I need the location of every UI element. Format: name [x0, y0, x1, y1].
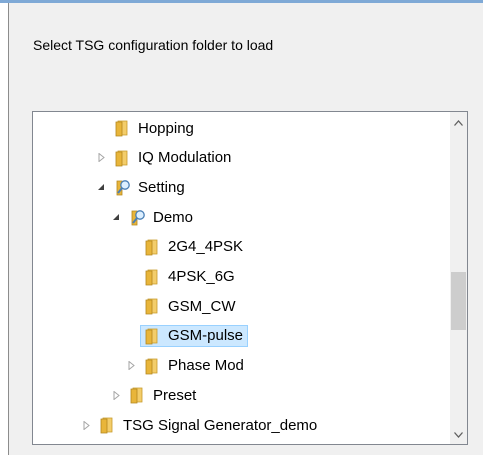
- tree-item[interactable]: Demo: [111, 206, 198, 228]
- tree-expander[interactable]: [111, 212, 121, 222]
- tree-item-text: 4PSK_6G: [168, 268, 235, 285]
- folder-icon: [144, 238, 162, 256]
- tree-item[interactable]: TSG Signal Generator_demo: [81, 414, 322, 436]
- expanded-arrow-icon: [98, 184, 104, 191]
- tree-item[interactable]: IQ Modulation: [96, 147, 236, 169]
- tree-item[interactable]: 2G4_4PSK: [126, 236, 248, 258]
- chevron-down-icon: [454, 431, 463, 438]
- tree-item-text: TSG Signal Generator_demo: [123, 416, 318, 434]
- tree-item[interactable]: Preset: [111, 384, 201, 406]
- vertical-scrollbar[interactable]: [450, 112, 467, 444]
- tree-expander[interactable]: [111, 390, 121, 400]
- collapsed-arrow-icon: [98, 153, 105, 163]
- chevron-up-icon: [454, 119, 463, 126]
- tree-item-text: Preset: [153, 386, 197, 404]
- scroll-up-button[interactable]: [450, 114, 467, 131]
- tree-item-label[interactable]: 4PSK_6G: [140, 266, 240, 288]
- collapsed-arrow-icon: [113, 390, 120, 400]
- collapsed-arrow-icon: [83, 420, 90, 430]
- tree-item-label[interactable]: Setting: [110, 176, 190, 198]
- scroll-thumb[interactable]: [451, 272, 466, 330]
- tree-expander[interactable]: [96, 182, 106, 192]
- tree-item-label[interactable]: IQ Modulation: [110, 147, 236, 169]
- tree-item-text: 2G4_4PSK: [168, 238, 244, 256]
- tree-item-text: GSM_CW: [168, 297, 236, 315]
- tree-item[interactable]: 4PSK_6G: [126, 266, 240, 288]
- folder-icon: [144, 327, 162, 345]
- tree-item[interactable]: GSM_CW: [126, 295, 241, 317]
- folder-icon: [144, 268, 162, 286]
- tree-item[interactable]: Hopping: [96, 117, 199, 139]
- tree-item-label[interactable]: Demo: [125, 206, 198, 228]
- search-folder-icon: [114, 178, 132, 196]
- folder-icon: [144, 357, 162, 375]
- tree-expander[interactable]: [126, 361, 136, 371]
- dialog-prompt: Select TSG configuration folder to load: [33, 37, 274, 53]
- folder-icon: [129, 386, 147, 404]
- expanded-arrow-icon: [113, 214, 119, 221]
- tree-item-label[interactable]: Phase Mod: [140, 355, 249, 377]
- folder-icon: [144, 297, 162, 315]
- tree-item-text: IQ Modulation: [138, 149, 232, 167]
- tree-item-label[interactable]: Hopping: [110, 117, 199, 139]
- scroll-down-button[interactable]: [450, 426, 467, 443]
- tree-item-label[interactable]: GSM_CW: [140, 295, 241, 317]
- search-folder-icon: [129, 208, 147, 226]
- folder-icon: [114, 149, 132, 167]
- tree-item-text: GSM-pulse: [168, 327, 244, 345]
- tree-item-label[interactable]: GSM-pulse: [140, 324, 249, 347]
- tree-item[interactable]: Setting: [96, 176, 190, 198]
- tree-item-text: Hopping: [138, 119, 194, 137]
- tree-item-text: Setting: [138, 178, 185, 196]
- tree-expander[interactable]: [81, 420, 91, 430]
- folder-icon: [114, 119, 132, 137]
- collapsed-arrow-icon: [128, 361, 135, 371]
- tree-item-label[interactable]: Preset: [125, 384, 201, 406]
- tree-item-label[interactable]: 2G4_4PSK: [140, 236, 248, 258]
- folder-icon: [99, 416, 117, 434]
- tree-item-text: Demo: [153, 208, 194, 226]
- tree-item[interactable]: GSM-pulse: [126, 324, 249, 347]
- tree-item[interactable]: Phase Mod: [126, 355, 249, 377]
- tree-item-text: Phase Mod: [168, 357, 244, 375]
- tree-expander[interactable]: [96, 153, 106, 163]
- tree-item-label[interactable]: TSG Signal Generator_demo: [95, 414, 322, 436]
- folder-tree[interactable]: Hopping IQ Modulation Setting Demo 2G4_4PSK 4…: [32, 111, 468, 445]
